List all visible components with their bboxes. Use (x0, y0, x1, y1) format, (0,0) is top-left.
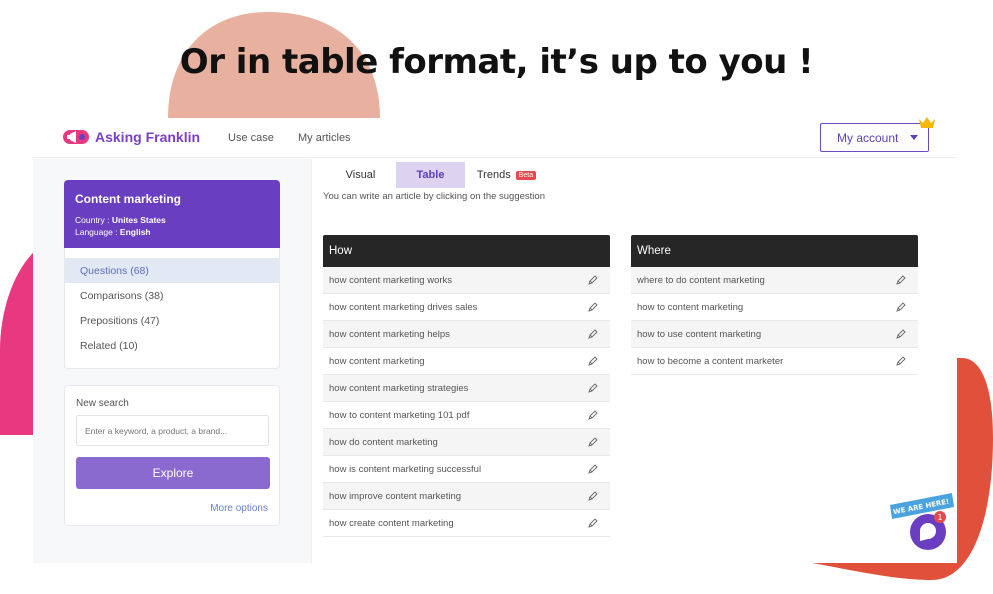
my-account-button[interactable]: My account (820, 123, 929, 152)
pencil-icon[interactable] (588, 356, 598, 366)
suggestion-text: how improve content marketing (329, 490, 462, 502)
suggestion-text: how is content marketing successful (329, 463, 482, 475)
beta-badge: Beta (515, 170, 537, 180)
table-how-header: How (323, 235, 610, 267)
table-row[interactable]: how to become a content marketer (631, 348, 918, 375)
topic-title: Content marketing (75, 192, 182, 206)
chevron-down-icon (910, 135, 919, 140)
suggestion-text: how content marketing (329, 355, 425, 367)
pencil-icon[interactable] (588, 518, 598, 528)
explore-button[interactable]: Explore (76, 457, 270, 489)
my-account-label: My account (837, 130, 899, 145)
pencil-icon[interactable] (588, 491, 598, 501)
pencil-icon[interactable] (588, 275, 598, 285)
logo[interactable]: Asking Franklin (63, 128, 200, 146)
table-row[interactable]: how content marketing drives sales (323, 294, 610, 321)
tab-table-label: Table (416, 169, 445, 181)
suggestion-text: how to content marketing (637, 301, 744, 313)
pencil-icon[interactable] (588, 302, 598, 312)
suggestion-text: how to content marketing 101 pdf (329, 409, 470, 421)
suggestion-text: how do content marketing (329, 436, 438, 448)
category-comparisons[interactable]: Comparisons (38) (65, 283, 279, 308)
topic-card: Content marketing Country : Unites State… (64, 180, 280, 248)
view-tabs: Visual Table Trends Beta (325, 162, 548, 188)
suggestion-text: how content marketing helps (329, 328, 450, 340)
tab-trends[interactable]: Trends Beta (465, 162, 548, 188)
chat-unread-count: 1 (937, 513, 942, 522)
new-search-card: New search Explore More options (64, 385, 280, 526)
megaphone-icon (63, 130, 89, 144)
table-row[interactable]: where to do content marketing (631, 267, 918, 294)
category-questions[interactable]: Questions (68) (65, 258, 279, 283)
pencil-icon[interactable] (896, 356, 906, 366)
tab-visual[interactable]: Visual (325, 162, 396, 188)
tab-visual-label: Visual (345, 169, 376, 181)
decorative-blob-pink (0, 250, 36, 435)
suggestion-text: how content marketing strategies (329, 382, 469, 394)
more-options-link[interactable]: More options (210, 503, 268, 514)
suggestion-text: how to become a content marketer (637, 355, 784, 367)
topic-language: Language : English (75, 227, 151, 237)
table-row[interactable]: how create content marketing (323, 510, 610, 537)
pencil-icon[interactable] (896, 329, 906, 339)
table-row[interactable]: how content marketing helps (323, 321, 610, 348)
table-row[interactable]: how is content marketing successful (323, 456, 610, 483)
table-row[interactable]: how to content marketing 101 pdf (323, 402, 610, 429)
table-row[interactable]: how to use content marketing (631, 321, 918, 348)
table-how: How how content marketing works how conte… (323, 235, 610, 537)
category-list: Questions (68) Comparisons (38) Preposit… (64, 248, 280, 369)
chat-widget[interactable]: WE ARE HERE! 1 (888, 489, 956, 551)
pencil-icon[interactable] (896, 302, 906, 312)
category-related[interactable]: Related (10) (65, 333, 279, 358)
nav-use-case[interactable]: Use case (228, 132, 274, 144)
table-row[interactable]: how to content marketing (631, 294, 918, 321)
new-search-label: New search (76, 398, 129, 409)
hint-text: You can write an article by clicking on … (323, 191, 545, 202)
hero-title: Or in table format, it’s up to you ! (179, 42, 814, 82)
pencil-icon[interactable] (588, 437, 598, 447)
brand-name: Asking Franklin (95, 129, 201, 145)
top-navigation-bar: Asking Franklin Use case My articles My … (33, 117, 957, 158)
topic-country: Country : Unites States (75, 215, 166, 225)
pencil-icon[interactable] (896, 275, 906, 285)
category-prepositions[interactable]: Prepositions (47) (65, 308, 279, 333)
table-row[interactable]: how content marketing strategies (323, 375, 610, 402)
suggestion-text: how create content marketing (329, 517, 454, 529)
pencil-icon[interactable] (588, 410, 598, 420)
suggestion-text: where to do content marketing (637, 274, 765, 286)
app-window: Asking Franklin Use case My articles My … (33, 117, 957, 563)
table-where-body: where to do content marketing how to cont… (631, 267, 918, 375)
tab-trends-label: Trends (476, 169, 511, 181)
table-row[interactable]: how content marketing (323, 348, 610, 375)
pencil-icon[interactable] (588, 383, 598, 393)
table-row[interactable]: how content marketing works (323, 267, 610, 294)
nav-my-articles[interactable]: My articles (298, 132, 351, 144)
pencil-icon[interactable] (588, 464, 598, 474)
table-where: Where where to do content marketing how t… (631, 235, 918, 375)
pencil-icon[interactable] (588, 329, 598, 339)
crown-icon (919, 117, 935, 128)
tab-table[interactable]: Table (396, 162, 465, 188)
table-where-header: Where (631, 235, 918, 267)
suggestion-text: how to use content marketing (637, 328, 762, 340)
table-row[interactable]: how improve content marketing (323, 483, 610, 510)
suggestion-text: how content marketing drives sales (329, 301, 478, 313)
search-input[interactable] (76, 415, 269, 446)
suggestion-text: how content marketing works (329, 274, 453, 286)
table-row[interactable]: how do content marketing (323, 429, 610, 456)
table-how-body: how content marketing works how content m… (323, 267, 610, 537)
